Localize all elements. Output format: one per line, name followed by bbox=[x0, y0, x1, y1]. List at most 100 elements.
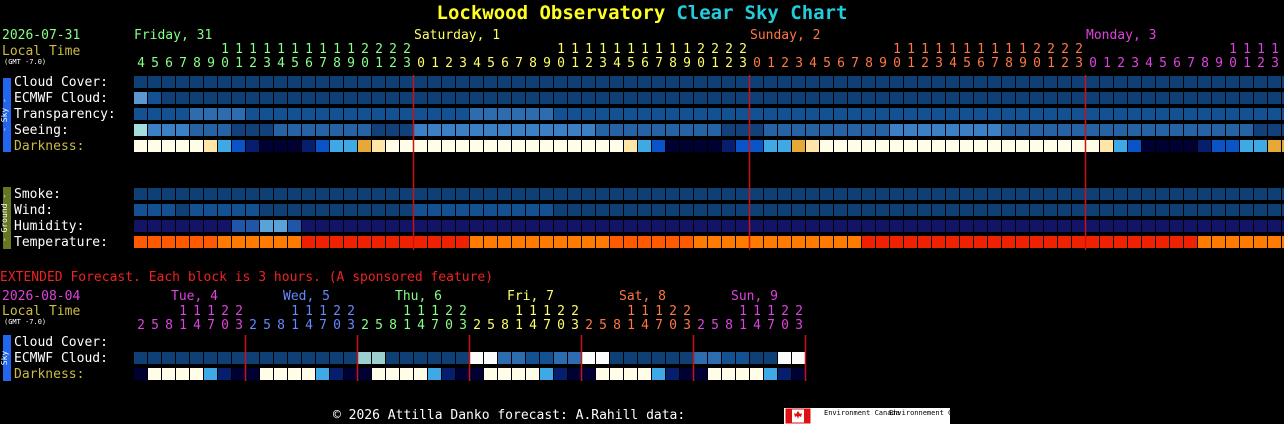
forecast-cell[interactable] bbox=[792, 220, 805, 232]
forecast-cell[interactable] bbox=[330, 76, 343, 88]
forecast-cell[interactable] bbox=[862, 140, 875, 152]
forecast-cell[interactable] bbox=[470, 220, 483, 232]
forecast-cell[interactable] bbox=[596, 204, 609, 216]
forecast-cell[interactable] bbox=[218, 368, 231, 380]
forecast-cell[interactable] bbox=[540, 124, 553, 136]
forecast-cell[interactable] bbox=[232, 220, 245, 232]
forecast-cell[interactable] bbox=[778, 124, 791, 136]
forecast-cell[interactable] bbox=[680, 188, 693, 200]
forecast-cell[interactable] bbox=[1100, 108, 1113, 120]
forecast-cell[interactable] bbox=[694, 108, 707, 120]
forecast-cell[interactable] bbox=[596, 108, 609, 120]
forecast-cell[interactable] bbox=[988, 108, 1001, 120]
forecast-cell[interactable] bbox=[512, 124, 525, 136]
forecast-cell[interactable] bbox=[204, 124, 217, 136]
forecast-cell[interactable] bbox=[372, 236, 385, 248]
forecast-cell[interactable] bbox=[722, 108, 735, 120]
forecast-cell[interactable] bbox=[372, 76, 385, 88]
forecast-cell[interactable] bbox=[554, 204, 567, 216]
forecast-cell[interactable] bbox=[778, 220, 791, 232]
forecast-cell[interactable] bbox=[1184, 236, 1197, 248]
forecast-cell[interactable] bbox=[1142, 140, 1155, 152]
forecast-cell[interactable] bbox=[1198, 220, 1211, 232]
forecast-cell[interactable] bbox=[764, 92, 777, 104]
forecast-cell[interactable] bbox=[1184, 220, 1197, 232]
forecast-cell[interactable] bbox=[246, 140, 259, 152]
forecast-cell[interactable] bbox=[260, 220, 273, 232]
forecast-cell[interactable] bbox=[190, 140, 203, 152]
forecast-cell[interactable] bbox=[162, 204, 175, 216]
forecast-cell[interactable] bbox=[946, 204, 959, 216]
forecast-cell[interactable] bbox=[694, 220, 707, 232]
forecast-cell[interactable] bbox=[302, 92, 315, 104]
forecast-cell[interactable] bbox=[232, 124, 245, 136]
forecast-cell[interactable] bbox=[190, 220, 203, 232]
forecast-cell[interactable] bbox=[456, 352, 469, 364]
forecast-cell[interactable] bbox=[1030, 92, 1043, 104]
forecast-cell[interactable] bbox=[652, 124, 665, 136]
forecast-cell[interactable] bbox=[176, 352, 189, 364]
forecast-cell[interactable] bbox=[456, 76, 469, 88]
forecast-cell[interactable] bbox=[568, 108, 581, 120]
forecast-cell[interactable] bbox=[1128, 76, 1141, 88]
forecast-cell[interactable] bbox=[246, 76, 259, 88]
forecast-cell[interactable] bbox=[148, 220, 161, 232]
forecast-cell[interactable] bbox=[204, 236, 217, 248]
forecast-cell[interactable] bbox=[694, 204, 707, 216]
forecast-cell[interactable] bbox=[1240, 204, 1253, 216]
forecast-cell[interactable] bbox=[162, 220, 175, 232]
forecast-cell[interactable] bbox=[638, 92, 651, 104]
forecast-cell[interactable] bbox=[218, 124, 231, 136]
forecast-cell[interactable] bbox=[1268, 140, 1281, 152]
forecast-cell[interactable] bbox=[526, 76, 539, 88]
forecast-cell[interactable] bbox=[1086, 76, 1099, 88]
forecast-cell[interactable] bbox=[918, 140, 931, 152]
forecast-cell[interactable] bbox=[372, 204, 385, 216]
forecast-cell[interactable] bbox=[470, 124, 483, 136]
forecast-cell[interactable] bbox=[498, 108, 511, 120]
forecast-cell[interactable] bbox=[876, 76, 889, 88]
forecast-cell[interactable] bbox=[1170, 188, 1183, 200]
forecast-cell[interactable] bbox=[288, 236, 301, 248]
forecast-cell[interactable] bbox=[162, 236, 175, 248]
forecast-cell[interactable] bbox=[1044, 92, 1057, 104]
forecast-cell[interactable] bbox=[946, 76, 959, 88]
forecast-cell[interactable] bbox=[722, 368, 735, 380]
forecast-cell[interactable] bbox=[386, 92, 399, 104]
forecast-cell[interactable] bbox=[288, 76, 301, 88]
forecast-cell[interactable] bbox=[890, 140, 903, 152]
forecast-cell[interactable] bbox=[750, 124, 763, 136]
forecast-cell[interactable] bbox=[162, 188, 175, 200]
forecast-cell[interactable] bbox=[988, 236, 1001, 248]
forecast-cell[interactable] bbox=[526, 368, 539, 380]
forecast-cell[interactable] bbox=[372, 124, 385, 136]
forecast-cell[interactable] bbox=[470, 204, 483, 216]
forecast-cell[interactable] bbox=[750, 368, 763, 380]
forecast-cell[interactable] bbox=[134, 220, 147, 232]
forecast-cell[interactable] bbox=[1268, 76, 1281, 88]
forecast-cell[interactable] bbox=[218, 220, 231, 232]
forecast-cell[interactable] bbox=[568, 76, 581, 88]
forecast-cell[interactable] bbox=[610, 76, 623, 88]
forecast-cell[interactable] bbox=[974, 92, 987, 104]
forecast-cell[interactable] bbox=[932, 236, 945, 248]
forecast-cell[interactable] bbox=[1072, 188, 1085, 200]
forecast-cell[interactable] bbox=[932, 204, 945, 216]
forecast-cell[interactable] bbox=[344, 92, 357, 104]
forecast-cell[interactable] bbox=[596, 368, 609, 380]
forecast-cell[interactable] bbox=[848, 76, 861, 88]
forecast-cell[interactable] bbox=[484, 368, 497, 380]
forecast-cell[interactable] bbox=[400, 124, 413, 136]
forecast-cell[interactable] bbox=[218, 92, 231, 104]
forecast-cell[interactable] bbox=[274, 368, 287, 380]
forecast-cell[interactable] bbox=[540, 92, 553, 104]
forecast-cell[interactable] bbox=[554, 352, 567, 364]
forecast-cell[interactable] bbox=[512, 220, 525, 232]
forecast-cell[interactable] bbox=[610, 236, 623, 248]
forecast-cell[interactable] bbox=[876, 236, 889, 248]
forecast-cell[interactable] bbox=[1030, 108, 1043, 120]
forecast-cell[interactable] bbox=[960, 220, 973, 232]
forecast-cell[interactable] bbox=[638, 368, 651, 380]
forecast-cell[interactable] bbox=[680, 352, 693, 364]
forecast-cell[interactable] bbox=[148, 92, 161, 104]
